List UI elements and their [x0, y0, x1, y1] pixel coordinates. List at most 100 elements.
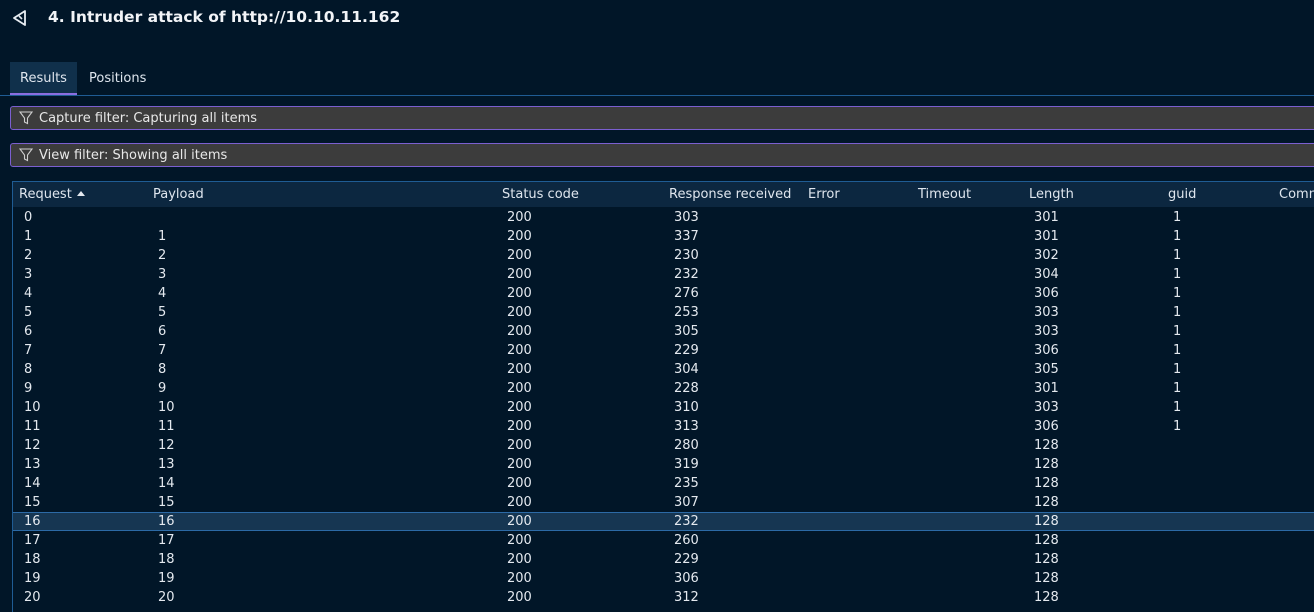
- cell-payload: 15: [158, 495, 175, 510]
- cell-status-code: 200: [507, 552, 532, 567]
- cell-request: 19: [24, 571, 41, 586]
- title-bar: 4. Intruder attack of http://10.10.11.16…: [0, 0, 1314, 40]
- cell-length: 128: [1034, 438, 1059, 453]
- cell-payload: 2: [158, 248, 167, 263]
- table-row[interactable]: 9 9 200 228 301 1: [13, 379, 1314, 398]
- capture-filter-bar[interactable]: Capture filter: Capturing all items: [10, 106, 1314, 130]
- cell-response-received: 310: [674, 400, 699, 415]
- cell-payload: 9: [158, 381, 167, 396]
- cell-request: 10: [24, 400, 41, 415]
- cell-guid: 1: [1173, 324, 1182, 339]
- sort-ascending-icon[interactable]: [76, 191, 85, 196]
- table-row[interactable]: 20 20 200 312 128: [13, 588, 1314, 607]
- cell-request: 13: [24, 457, 41, 472]
- table-row[interactable]: 1 1 200 337 301 1: [13, 227, 1314, 246]
- cell-status-code: 200: [507, 305, 532, 320]
- cell-status-code: 200: [507, 590, 532, 605]
- column-header-comment[interactable]: Comm: [1279, 187, 1314, 202]
- cell-response-received: 232: [674, 267, 699, 282]
- table-header: Request Payload Status code Response receiv…: [13, 182, 1314, 207]
- cell-request: 15: [24, 495, 41, 510]
- view-filter-label: View filter: Showing all items: [39, 148, 228, 163]
- view-filter-bar[interactable]: View filter: Showing all items: [10, 143, 1314, 167]
- cell-payload: 6: [158, 324, 167, 339]
- cell-length: 301: [1034, 229, 1059, 244]
- capture-filter-label: Capture filter: Capturing all items: [39, 111, 258, 126]
- cell-payload: 11: [158, 419, 175, 434]
- table-row[interactable]: 17 17 200 260 128: [13, 531, 1314, 550]
- cell-status-code: 200: [507, 533, 532, 548]
- cell-request: 12: [24, 438, 41, 453]
- cell-length: 128: [1034, 476, 1059, 491]
- cell-response-received: 228: [674, 381, 699, 396]
- cell-response-received: 229: [674, 343, 699, 358]
- tab-positions[interactable]: Positions: [79, 62, 156, 93]
- cell-response-received: 304: [674, 362, 699, 377]
- cell-request: 16: [24, 514, 41, 529]
- table-row[interactable]: 5 5 200 253 303 1: [13, 303, 1314, 322]
- column-header-error[interactable]: Error: [808, 187, 840, 202]
- table-row[interactable]: 3 3 200 232 304 1: [13, 265, 1314, 284]
- cell-status-code: 200: [507, 210, 532, 225]
- burp-back-icon[interactable]: [10, 8, 30, 28]
- column-header-label: Comm: [1279, 187, 1314, 202]
- cell-request: 20: [24, 590, 41, 605]
- table-row[interactable]: 11 11 200 313 306 1: [13, 417, 1314, 436]
- cell-payload: 14: [158, 476, 175, 491]
- cell-guid: 1: [1173, 362, 1182, 377]
- cell-response-received: 232: [674, 514, 699, 529]
- table-row[interactable]: 0 200 303 301 1: [13, 208, 1314, 227]
- table-row[interactable]: 12 12 200 280 128: [13, 436, 1314, 455]
- column-header-label: Response received: [669, 187, 792, 202]
- cell-status-code: 200: [507, 362, 532, 377]
- cell-status-code: 200: [507, 267, 532, 282]
- table-row[interactable]: 18 18 200 229 128: [13, 550, 1314, 569]
- table-row[interactable]: 16 16 200 232 128: [13, 512, 1314, 531]
- filter-icon: [19, 111, 33, 125]
- table-row[interactable]: 4 4 200 276 306 1: [13, 284, 1314, 303]
- cell-status-code: 200: [507, 400, 532, 415]
- column-header-label: guid: [1168, 187, 1197, 202]
- cell-length: 306: [1034, 343, 1059, 358]
- table-row[interactable]: 15 15 200 307 128: [13, 493, 1314, 512]
- cell-request: 2: [24, 248, 33, 263]
- table-row[interactable]: 6 6 200 305 303 1: [13, 322, 1314, 341]
- cell-response-received: 235: [674, 476, 699, 491]
- cell-guid: 1: [1173, 343, 1182, 358]
- cell-response-received: 303: [674, 210, 699, 225]
- cell-length: 128: [1034, 495, 1059, 510]
- cell-payload: 10: [158, 400, 175, 415]
- cell-response-received: 306: [674, 571, 699, 586]
- cell-status-code: 200: [507, 419, 532, 434]
- table-row[interactable]: 13 13 200 319 128: [13, 455, 1314, 474]
- cell-guid: 1: [1173, 286, 1182, 301]
- cell-length: 128: [1034, 533, 1059, 548]
- column-header-label: Request: [19, 187, 72, 202]
- column-header-label: Timeout: [918, 187, 972, 202]
- cell-payload: 17: [158, 533, 175, 548]
- column-header-status-code[interactable]: Status code: [502, 187, 579, 202]
- cell-length: 128: [1034, 571, 1059, 586]
- cell-status-code: 200: [507, 571, 532, 586]
- column-header-payload[interactable]: Payload: [153, 187, 204, 202]
- cell-response-received: 337: [674, 229, 699, 244]
- column-header-guid[interactable]: guid: [1168, 187, 1196, 202]
- cell-status-code: 200: [507, 324, 532, 339]
- cell-guid: 1: [1173, 229, 1182, 244]
- table-row[interactable]: 2 2 200 230 302 1: [13, 246, 1314, 265]
- table-row[interactable]: 7 7 200 229 306 1: [13, 341, 1314, 360]
- cell-payload: 13: [158, 457, 175, 472]
- table-row[interactable]: 10 10 200 310 303 1: [13, 398, 1314, 417]
- column-header-request[interactable]: Request: [19, 187, 85, 202]
- column-header-timeout[interactable]: Timeout: [918, 187, 971, 202]
- column-header-length[interactable]: Length: [1029, 187, 1074, 202]
- cell-payload: 3: [158, 267, 167, 282]
- cell-response-received: 253: [674, 305, 699, 320]
- table-row[interactable]: 19 19 200 306 128: [13, 569, 1314, 588]
- tab-results[interactable]: Results: [10, 62, 77, 95]
- cell-response-received: 229: [674, 552, 699, 567]
- table-row[interactable]: 8 8 200 304 305 1: [13, 360, 1314, 379]
- column-header-response-received[interactable]: Response received: [669, 187, 791, 202]
- table-row[interactable]: 14 14 200 235 128: [13, 474, 1314, 493]
- cell-payload: 16: [158, 514, 175, 529]
